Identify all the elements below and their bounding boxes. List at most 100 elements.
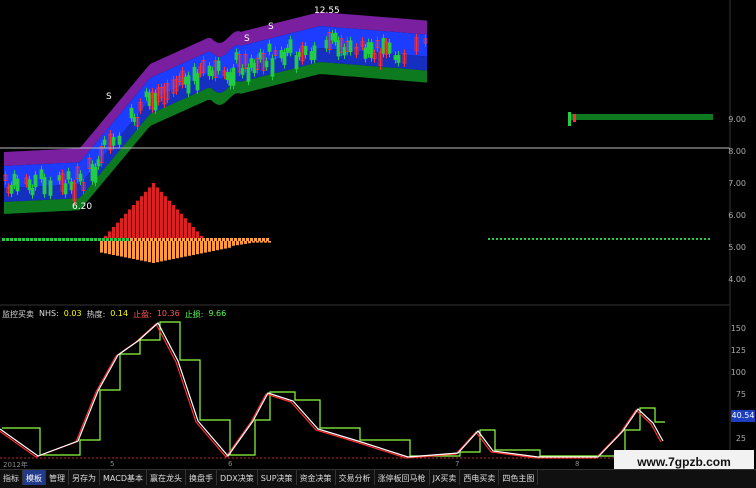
histogram-bar-up xyxy=(176,209,179,238)
candle-body xyxy=(249,58,254,68)
candle-body xyxy=(63,183,68,195)
signal-dot xyxy=(222,238,225,241)
candle-body xyxy=(363,47,368,59)
candle-body xyxy=(333,32,338,43)
tab-win-leader[interactable]: 赢在龙头 xyxy=(147,470,186,485)
histogram-bar-down xyxy=(236,241,239,246)
tab-macd[interactable]: MACD基本 xyxy=(100,470,147,485)
candle-body xyxy=(240,67,245,75)
histogram-bar-down xyxy=(156,241,159,263)
low-price-label: 6.20 xyxy=(72,202,93,212)
tab-turnover[interactable]: 换盘手 xyxy=(186,470,217,485)
candle-body xyxy=(330,33,335,41)
indicator-tab-bar: 指标 模板 管理 另存为 MACD基本 赢在龙头 换盘手 DDX决策 SUP决策… xyxy=(0,469,756,488)
candle-body xyxy=(264,61,269,68)
histogram-bar-down xyxy=(100,241,103,253)
signal-dot xyxy=(608,238,610,240)
signal-dot xyxy=(86,238,89,241)
signal-dot xyxy=(182,238,185,241)
signal-dot xyxy=(74,238,77,241)
signal-dot xyxy=(178,238,181,241)
candle-body xyxy=(282,52,287,66)
signal-dot xyxy=(552,238,554,240)
stop-loss-value: 9.66 xyxy=(208,309,227,318)
histogram-bar-down xyxy=(108,241,111,255)
indicator-lines xyxy=(0,321,665,459)
tab-trade-analysis[interactable]: 交易分析 xyxy=(336,470,375,485)
signal-dot xyxy=(564,238,566,240)
signal-dot xyxy=(58,238,61,241)
signal-dot xyxy=(242,238,245,241)
signal-dot xyxy=(576,238,578,240)
band-fragment xyxy=(568,114,713,120)
tab-manage[interactable]: 管理 xyxy=(46,470,69,485)
histogram-bar-down xyxy=(196,241,199,255)
candle-body xyxy=(48,180,53,196)
candle-body xyxy=(117,135,122,145)
signal-dot xyxy=(10,238,13,241)
high-price-label: 12.55 xyxy=(314,6,340,16)
signal-dot xyxy=(692,238,694,240)
histogram-bar-up xyxy=(132,205,135,238)
tab-save-as[interactable]: 另存为 xyxy=(69,470,100,485)
candle-body xyxy=(57,175,62,181)
histogram-bar-down xyxy=(132,241,135,259)
signal-dot xyxy=(652,238,654,240)
signal-dot xyxy=(146,238,149,241)
tab-template[interactable]: 模板 xyxy=(23,470,46,485)
candle-body xyxy=(270,58,275,77)
signal-dot xyxy=(22,238,25,241)
signal-dot xyxy=(584,238,586,240)
histogram-bar-down xyxy=(180,241,183,258)
signal-dot xyxy=(568,238,570,240)
tab-sup[interactable]: SUP决策 xyxy=(258,470,297,485)
tab-xidian[interactable]: 西电买卖 xyxy=(460,470,500,485)
tab-indicator[interactable]: 指标 xyxy=(0,470,23,485)
signal-dot xyxy=(26,238,29,241)
tab-four-color[interactable]: 四色主图 xyxy=(499,470,539,485)
tab-ddx[interactable]: DDX决策 xyxy=(217,470,258,485)
signal-dot xyxy=(174,238,177,241)
signal-dot xyxy=(230,238,233,241)
indicator-red-line xyxy=(0,323,662,459)
candle-body xyxy=(225,71,230,81)
candle-body xyxy=(234,52,239,60)
signal-dot xyxy=(46,238,49,241)
signal-dot xyxy=(588,238,590,240)
candle-body xyxy=(573,114,576,122)
signal-dot xyxy=(246,238,249,241)
signal-dot xyxy=(640,238,642,240)
candle-body xyxy=(153,93,158,111)
signal-dot xyxy=(572,238,574,240)
histogram-bar-down xyxy=(204,241,207,253)
signal-dot xyxy=(126,238,129,241)
tab-jx[interactable]: JX买卖 xyxy=(430,470,461,485)
signal-dot xyxy=(616,238,618,240)
signal-dot xyxy=(628,238,630,240)
signal-dot xyxy=(632,238,634,240)
candle-body xyxy=(396,54,401,63)
price-bands xyxy=(4,12,427,214)
histogram-bar-up xyxy=(148,187,151,238)
signal-dot xyxy=(254,238,257,241)
signal-dot xyxy=(604,238,606,240)
signal-dot xyxy=(14,238,17,241)
indicator-axis-tick: 25 xyxy=(735,434,746,443)
histogram-bar-up xyxy=(160,191,163,238)
candle-body xyxy=(66,171,71,180)
signal-dot xyxy=(210,238,213,241)
candle-body xyxy=(183,76,188,85)
signal-dot xyxy=(596,238,598,240)
histogram-bar-up xyxy=(152,183,155,238)
tab-fund[interactable]: 资金决策 xyxy=(297,470,336,485)
histogram-bar-up xyxy=(140,196,143,238)
signal-dot xyxy=(668,238,670,240)
candle-body xyxy=(132,117,137,123)
signal-dot xyxy=(492,238,494,240)
tab-limit-up[interactable]: 涨停板回马枪 xyxy=(375,470,430,485)
candle-body xyxy=(39,169,44,180)
histogram-bar-down xyxy=(268,241,271,243)
candle-body xyxy=(568,112,571,126)
candle-body xyxy=(144,91,149,98)
signal-dot xyxy=(624,238,626,240)
